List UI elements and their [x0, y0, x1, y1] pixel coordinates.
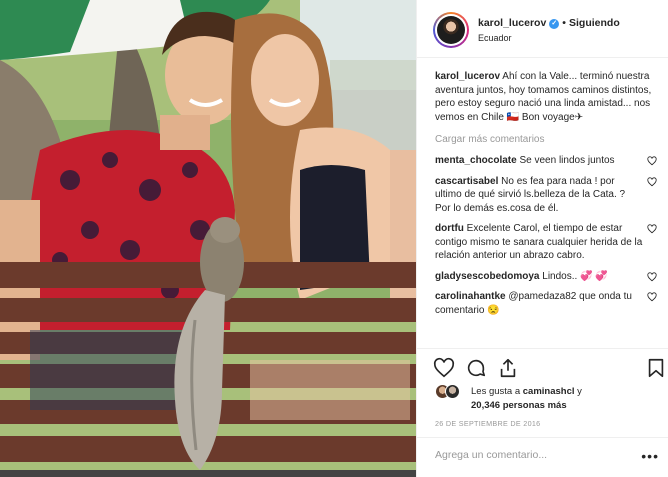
location-link[interactable]: Ecuador — [478, 33, 512, 43]
avatar-image — [437, 16, 465, 44]
header-user-line: karol_lucerov ✓ • Siguiendo — [478, 17, 620, 29]
list-item: dortfu Excelente Carol, el tiempo de est… — [435, 222, 657, 263]
likes-middle: y — [577, 386, 582, 397]
likes-count: 20,346 — [471, 400, 501, 411]
post-image — [0, 0, 416, 477]
likes-prefix: Les gusta a — [471, 386, 521, 397]
comment-like-heart-icon[interactable] — [647, 224, 657, 234]
post-header: karol_lucerov ✓ • Siguiendo Ecuador — [417, 0, 668, 58]
list-item: menta_chocolate Se veen lindos juntos — [435, 154, 657, 168]
list-item: cascartisabel No es fea para nada ! por … — [435, 175, 657, 216]
action-bar — [417, 348, 668, 384]
more-options-icon[interactable]: ••• — [641, 448, 659, 464]
comment-username[interactable]: menta_chocolate — [435, 155, 517, 166]
likes-summary: Les gusta a caminashcl y 20,346 personas… — [435, 384, 659, 414]
post-photo[interactable] — [0, 0, 416, 477]
caption-username[interactable]: karol_lucerov — [435, 71, 500, 82]
post-date: 26 DE SEPTIEMBRE DE 2016 — [435, 419, 541, 428]
comment-icon[interactable] — [465, 357, 487, 379]
header-separator: • — [562, 17, 566, 29]
likes-count-link[interactable]: 20,346 personas más — [471, 400, 567, 411]
likes-suffix: personas más — [502, 400, 567, 411]
likes-text: Les gusta a caminashcl y 20,346 personas… — [471, 385, 582, 413]
post-side-panel: karol_lucerov ✓ • Siguiendo Ecuador karol_l… — [416, 0, 668, 477]
comment-username[interactable]: carolinahantke — [435, 291, 506, 302]
liker-username-link[interactable]: caminashcl — [523, 386, 575, 397]
comment-like-heart-icon[interactable] — [647, 271, 657, 282]
verified-badge-icon: ✓ — [549, 19, 560, 29]
heart-icon[interactable] — [433, 357, 455, 379]
avatar-frame — [435, 14, 467, 46]
comment-like-heart-icon[interactable] — [647, 176, 657, 187]
comment-text: Lindos.. 💞 💞 — [542, 270, 608, 282]
share-icon[interactable] — [497, 357, 519, 379]
list-item: gladysescobedomoya Lindos.. 💞 💞 — [435, 270, 657, 284]
comment-like-heart-icon[interactable] — [647, 292, 657, 302]
add-comment-bar: ••• — [417, 437, 668, 477]
list-item: carolinahantke @pamedaza82 que onda tu c… — [435, 290, 657, 317]
comment-text: Excelente Carol, el tiempo de estar cont… — [435, 223, 643, 261]
bookmark-icon[interactable] — [645, 357, 667, 379]
comment-like-heart-icon[interactable] — [647, 156, 657, 166]
comment-username[interactable]: cascartisabel — [435, 176, 498, 187]
load-more-comments-button[interactable]: Cargar más comentarios — [435, 134, 657, 145]
comments-list[interactable]: karol_lucerov Ahí con la Vale... terminó… — [435, 70, 657, 348]
comment-username[interactable]: dortfu — [435, 223, 464, 234]
follow-status-button[interactable]: Siguiendo — [569, 17, 620, 29]
comment-input[interactable] — [435, 449, 635, 461]
avatar[interactable] — [433, 12, 469, 48]
liker-avatar — [445, 384, 460, 399]
comment-username[interactable]: gladysescobedomoya — [435, 271, 539, 282]
username-link[interactable]: karol_lucerov — [478, 17, 546, 29]
comment-text: Se veen lindos juntos — [519, 155, 615, 166]
caption: karol_lucerov Ahí con la Vale... terminó… — [435, 70, 657, 124]
